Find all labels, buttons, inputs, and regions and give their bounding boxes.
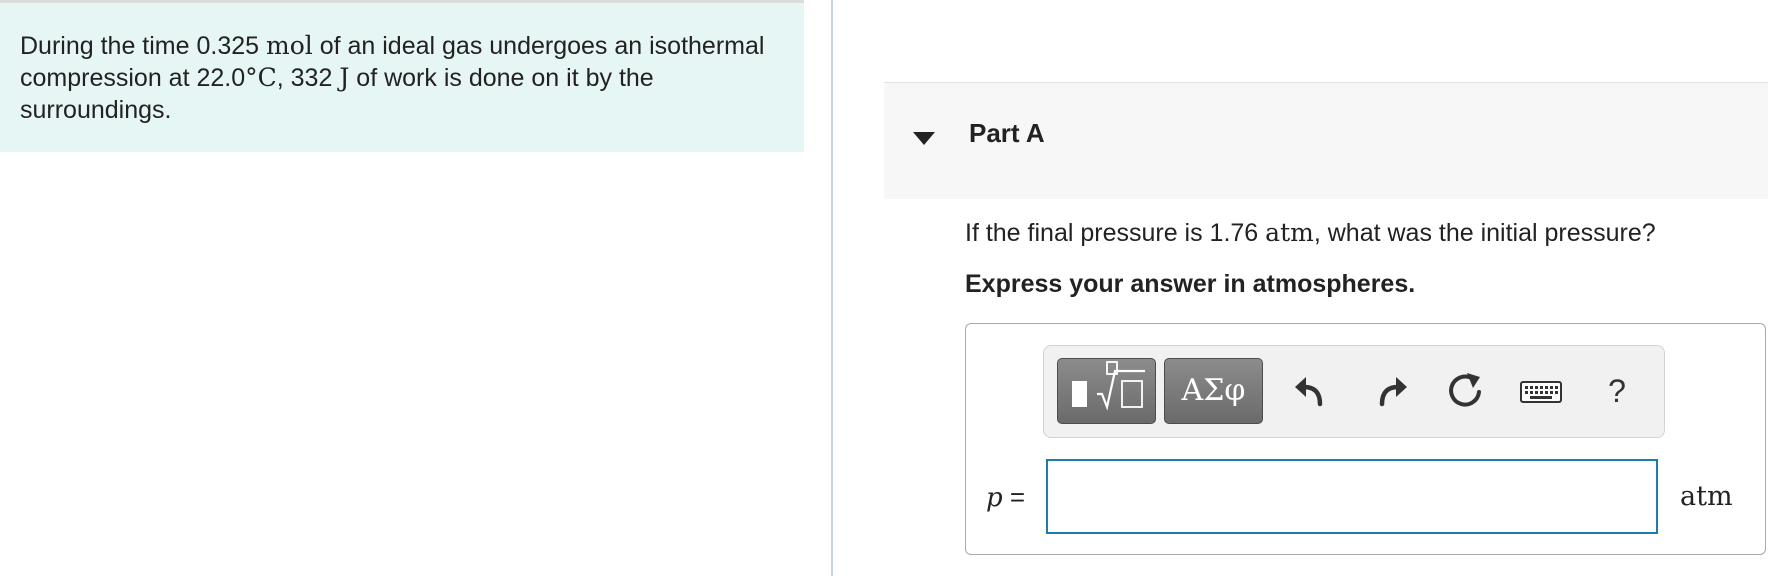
unit-celsius: C: [257, 63, 277, 92]
part-a-header[interactable]: Part A: [884, 82, 1768, 199]
undo-icon: [1295, 377, 1323, 407]
degree-symbol: °: [245, 63, 258, 92]
redo-button[interactable]: [1367, 368, 1413, 414]
variable-p: p: [986, 483, 1003, 513]
answer-input[interactable]: [1046, 459, 1658, 534]
question-text: If the final pressure is 1.76 atm, what …: [965, 218, 1656, 248]
greek-symbols-label: ΑΣφ: [1181, 373, 1246, 408]
answer-instruction: Express your answer in atmospheres.: [965, 270, 1416, 298]
templates-button[interactable]: [1057, 358, 1156, 424]
keyboard-icon: [1520, 381, 1562, 403]
equals-sign: =: [1002, 482, 1026, 512]
templates-icon: [1072, 361, 1145, 411]
keyboard-button[interactable]: [1518, 368, 1564, 414]
answer-variable-label: p =: [986, 482, 1025, 513]
answer-unit-label: atm: [1680, 481, 1733, 512]
triangle-down-icon: [913, 132, 935, 145]
part-title: Part A: [969, 118, 1045, 148]
undo-button[interactable]: [1289, 368, 1335, 414]
help-label: ?: [1608, 373, 1626, 409]
question-text-post: , what was the initial pressure?: [1313, 219, 1656, 247]
problem-text-3: , 332: [276, 64, 340, 92]
problem-text-1: During the time 0.325: [20, 32, 266, 60]
collapse-toggle-icon[interactable]: [910, 123, 940, 153]
reset-icon: [1449, 373, 1481, 407]
reset-button[interactable]: [1443, 368, 1489, 414]
unit-mol: mol: [265, 31, 313, 60]
problem-statement: During the time 0.325 mol of an ideal ga…: [20, 30, 792, 126]
question-text-pre: If the final pressure is 1.76: [965, 219, 1266, 247]
unit-joule: J: [339, 63, 350, 92]
math-toolbar: ΑΣφ ?: [1043, 345, 1665, 438]
answer-card: ΑΣφ ? p = atm: [965, 323, 1766, 555]
greek-symbols-button[interactable]: ΑΣφ: [1164, 358, 1263, 424]
help-button[interactable]: ?: [1594, 368, 1640, 414]
redo-icon: [1379, 377, 1407, 407]
column-divider: [831, 0, 833, 576]
problem-statement-panel: During the time 0.325 mol of an ideal ga…: [0, 3, 804, 152]
question-unit-atm: atm: [1265, 218, 1314, 247]
